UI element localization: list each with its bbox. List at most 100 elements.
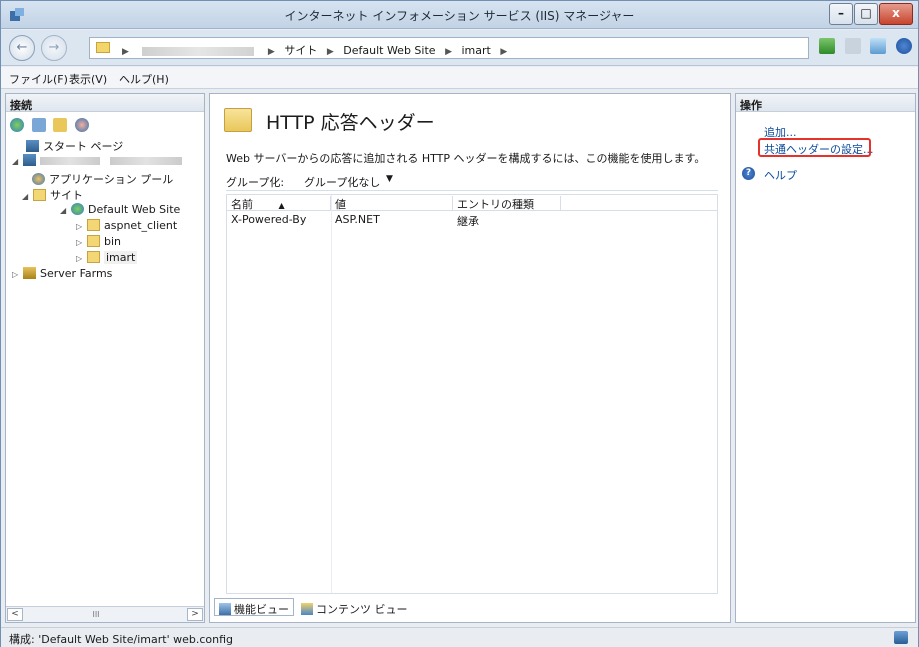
features-view-icon <box>219 603 231 615</box>
breadcrumb-separator-icon: ▶ <box>326 47 334 57</box>
maximize-button[interactable]: □ <box>854 3 878 25</box>
page-title: HTTP 応答ヘッダー <box>266 112 435 134</box>
server-farms-icon <box>23 267 36 279</box>
menu-bar: ファイル(F) 表示(V) ヘルプ(H) <box>1 67 918 89</box>
folder-icon <box>87 235 100 247</box>
column-header-name[interactable]: 名前 ▲ <box>227 196 331 211</box>
scroll-left-icon[interactable]: < <box>7 608 23 621</box>
minimize-icon: – <box>838 6 844 20</box>
breadcrumb-separator-icon: ▶ <box>500 47 508 57</box>
column-divider <box>331 195 332 593</box>
expand-triangle-icon[interactable]: ▷ <box>76 254 85 263</box>
column-header-entry-type[interactable]: エントリの種類 <box>453 196 561 211</box>
breadcrumb-default-web-site[interactable]: Default Web Site <box>343 44 435 57</box>
iis-manager-window: インターネット インフォメーション サービス (IIS) マネージャー – □ … <box>0 0 919 647</box>
help-icon[interactable]: ? <box>742 167 755 180</box>
toolbar-icons <box>819 38 918 54</box>
up-folder-icon[interactable] <box>53 118 67 132</box>
server-status-icon <box>894 631 908 644</box>
globe-icon <box>71 203 84 215</box>
tree-item-bin[interactable]: ▷ bin <box>76 235 121 250</box>
feature-description: Web サーバーからの応答に追加される HTTP ヘッダーを構成するには、この機… <box>226 152 706 165</box>
grid-header: 名前 ▲ 値 エントリの種類 <box>227 195 717 211</box>
collapse-triangle-icon[interactable]: ◢ <box>60 206 69 215</box>
connections-toolbar <box>10 118 95 136</box>
expand-triangle-icon[interactable]: ▷ <box>76 222 85 231</box>
cell-name[interactable]: X-Powered-By <box>231 213 306 226</box>
start-page-icon <box>26 140 39 152</box>
cell-entry-type[interactable]: 継承 <box>457 213 479 229</box>
tree-item-label: aspnet_client <box>104 219 178 232</box>
breadcrumb-sites[interactable]: サイト <box>284 44 317 57</box>
sort-ascending-icon: ▲ <box>278 201 285 210</box>
collapse-triangle-icon[interactable]: ◢ <box>22 192 31 201</box>
column-header-label: 名前 <box>231 198 253 211</box>
refresh-icon[interactable] <box>819 38 835 54</box>
remove-connection-icon[interactable] <box>74 118 89 132</box>
breadcrumb-separator-icon: ▶ <box>122 47 129 57</box>
close-button[interactable]: x <box>879 3 913 25</box>
tree-item-imart[interactable]: ▷ imart <box>76 251 138 266</box>
menu-view[interactable]: 表示(V) <box>69 71 107 87</box>
tree-item-label: Server Farms <box>40 267 113 280</box>
breadcrumb-separator-icon: ▶ <box>445 47 452 57</box>
action-set-common-headers[interactable]: 共通ヘッダーの設定... <box>764 141 874 157</box>
tree-item-label: スタート ページ <box>43 140 124 153</box>
minimize-button[interactable]: – <box>829 3 853 25</box>
back-arrow-icon: ← <box>16 40 28 55</box>
redacted-server-name <box>40 157 100 165</box>
group-by-select[interactable]: グループ化なし <box>304 174 380 190</box>
back-button[interactable]: ← <box>9 35 35 61</box>
tree-item-server[interactable]: ◢ <box>12 154 182 169</box>
menu-help[interactable]: ヘルプ(H) <box>119 71 169 87</box>
tab-content-view[interactable]: コンテンツ ビュー <box>296 598 413 616</box>
help-icon[interactable] <box>895 38 912 54</box>
tree-item-sites[interactable]: ◢ サイト <box>22 187 83 202</box>
tree-item-app-pools[interactable]: アプリケーション プール <box>32 171 173 186</box>
address-row: ← → ▶ ▶ サイト ▶ Default Web Site ▶ imart ▶ <box>1 30 918 66</box>
expand-triangle-icon[interactable]: ▷ <box>12 270 21 279</box>
connect-icon[interactable] <box>10 118 24 132</box>
scroll-right-icon[interactable]: > <box>187 608 203 621</box>
tree-item-label: imart <box>104 251 138 264</box>
action-help[interactable]: ヘルプ <box>764 167 797 183</box>
column-header-value[interactable]: 値 <box>331 196 453 211</box>
home-icon[interactable] <box>870 38 886 54</box>
menu-file[interactable]: ファイル(F) <box>9 71 68 87</box>
tab-label: コンテンツ ビュー <box>316 603 408 616</box>
breadcrumb-imart[interactable]: imart <box>461 44 490 57</box>
forward-arrow-icon: → <box>48 40 60 55</box>
stop-icon[interactable] <box>844 38 861 54</box>
http-headers-folder-icon <box>224 108 252 132</box>
save-icon[interactable] <box>31 118 46 132</box>
horizontal-scrollbar[interactable]: < III > <box>6 606 204 622</box>
tree-item-label: Default Web Site <box>88 203 181 216</box>
scroll-thumb[interactable]: III <box>26 610 166 619</box>
folder-icon <box>87 251 100 263</box>
folder-icon <box>87 219 100 231</box>
redacted-server-name <box>142 46 255 56</box>
cell-value[interactable]: ASP.NET <box>335 213 380 226</box>
title-bar: インターネット インフォメーション サービス (IIS) マネージャー – □ … <box>1 1 918 29</box>
address-bar[interactable]: ▶ ▶ サイト ▶ Default Web Site ▶ imart ▶ <box>89 37 809 59</box>
tab-features-view[interactable]: 機能ビュー <box>214 598 294 616</box>
expand-triangle-icon[interactable]: ▷ <box>76 238 85 247</box>
feature-pane: HTTP 応答ヘッダー Web サーバーからの応答に追加される HTTP ヘッダ… <box>209 93 731 623</box>
connections-header: 接続 <box>6 94 204 112</box>
headers-grid: 名前 ▲ 値 エントリの種類 X-Powered-By ASP.NET 継承 <box>226 194 718 594</box>
redacted-server-user <box>109 157 182 165</box>
dropdown-arrow-icon[interactable]: ▼ <box>386 174 393 184</box>
tree-item-start-page[interactable]: スタート ページ <box>26 138 123 153</box>
actions-header: 操作 <box>736 94 915 112</box>
view-tabs: 機能ビュー コンテンツ ビュー <box>214 598 415 618</box>
tree-item-label: アプリケーション プール <box>49 173 174 186</box>
breadcrumb: ▶ ▶ サイト ▶ Default Web Site ▶ imart ▶ <box>116 42 513 58</box>
close-icon: x <box>892 6 900 20</box>
window-title: インターネット インフォメーション サービス (IIS) マネージャー <box>284 9 635 23</box>
tree-item-aspnet-client[interactable]: ▷ aspnet_client <box>76 219 177 234</box>
folder-icon <box>96 42 110 53</box>
tree-item-server-farms[interactable]: ▷ Server Farms <box>12 267 112 282</box>
collapse-triangle-icon[interactable]: ◢ <box>12 157 21 166</box>
tree-item-default-web-site[interactable]: ◢ Default Web Site <box>60 203 180 218</box>
forward-button[interactable]: → <box>41 35 67 61</box>
